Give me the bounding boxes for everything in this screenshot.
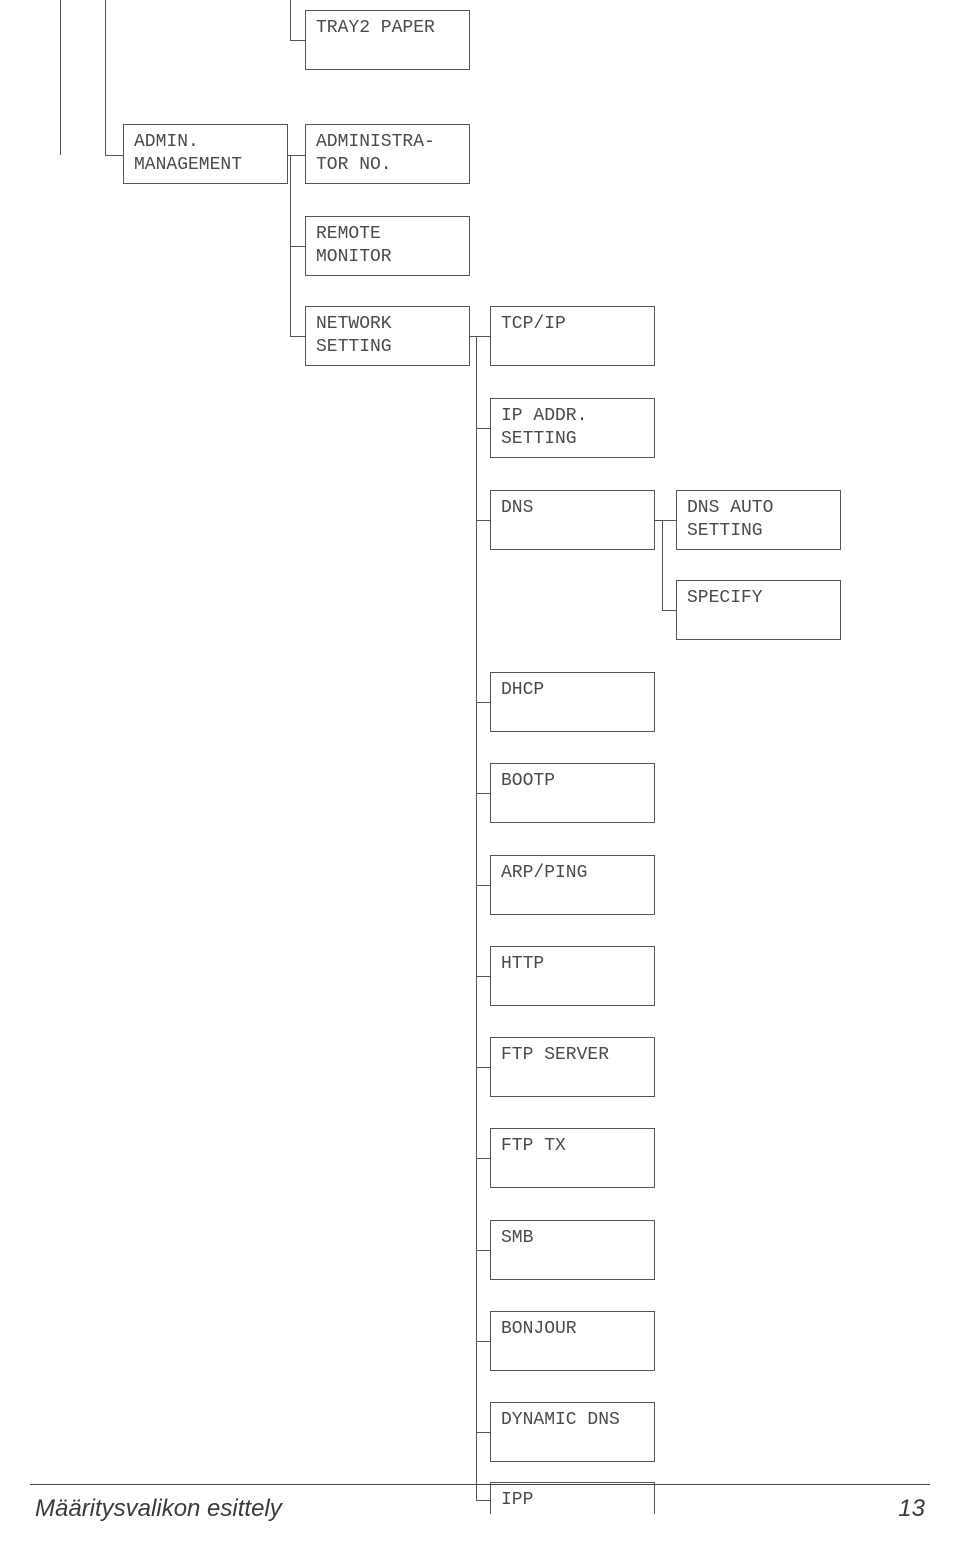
conn-remote bbox=[290, 246, 305, 247]
conn-dyndns bbox=[476, 1432, 490, 1433]
node-tray2: TRAY2 PAPER bbox=[305, 10, 470, 70]
conn-ftptx bbox=[476, 1158, 490, 1159]
node-dhcp: DHCP bbox=[490, 672, 655, 732]
node-ipp: IPP bbox=[490, 1482, 655, 1514]
conn-smb bbox=[476, 1250, 490, 1251]
col3-vline bbox=[476, 336, 477, 1500]
conn-dns bbox=[476, 520, 490, 521]
node-label: FTP TX bbox=[501, 1135, 566, 1158]
node-ipaddr: IP ADDR. SETTING bbox=[490, 398, 655, 458]
node-ftpserver: FTP SERVER bbox=[490, 1037, 655, 1097]
node-dns-auto: DNS AUTO SETTING bbox=[676, 490, 841, 550]
node-bonjour: BONJOUR bbox=[490, 1311, 655, 1371]
conn-bootp bbox=[476, 793, 490, 794]
conn-tray2 bbox=[290, 40, 305, 41]
node-label: DNS bbox=[501, 497, 533, 520]
node-label: NETWORK SETTING bbox=[316, 313, 392, 360]
node-label: DHCP bbox=[501, 679, 544, 702]
conn-arpping bbox=[476, 885, 490, 886]
conn-ipp bbox=[476, 1500, 490, 1501]
conn-dns-auto bbox=[655, 520, 676, 521]
node-dns: DNS bbox=[490, 490, 655, 550]
node-label: IPP bbox=[501, 1489, 533, 1512]
node-arpping: ARP/PING bbox=[490, 855, 655, 915]
node-label: IP ADDR. SETTING bbox=[501, 405, 587, 452]
node-admin-no: ADMINISTRA- TOR NO. bbox=[305, 124, 470, 184]
node-ftptx: FTP TX bbox=[490, 1128, 655, 1188]
node-http: HTTP bbox=[490, 946, 655, 1006]
node-label: HTTP bbox=[501, 953, 544, 976]
node-admin-management: ADMIN. MANAGEMENT bbox=[123, 124, 288, 184]
node-label: ADMINISTRA- TOR NO. bbox=[316, 131, 435, 178]
conn-http bbox=[476, 976, 490, 977]
conn-admin bbox=[105, 155, 123, 156]
conn-dhcp bbox=[476, 702, 490, 703]
footer-divider bbox=[30, 1484, 930, 1485]
col4-vline bbox=[662, 520, 663, 610]
col2-vline bbox=[290, 155, 291, 336]
conn-network bbox=[290, 336, 305, 337]
node-label: BOOTP bbox=[501, 770, 555, 793]
node-label: DYNAMIC DNS bbox=[501, 1409, 620, 1432]
node-label: DNS AUTO SETTING bbox=[687, 497, 773, 544]
node-label: SPECIFY bbox=[687, 587, 763, 610]
conn-ftpserver bbox=[476, 1067, 490, 1068]
node-remote: REMOTE MONITOR bbox=[305, 216, 470, 276]
node-dyndns: DYNAMIC DNS bbox=[490, 1402, 655, 1462]
node-tcpip: TCP/IP bbox=[490, 306, 655, 366]
node-smb: SMB bbox=[490, 1220, 655, 1280]
trunk-line-1 bbox=[60, 0, 61, 155]
node-label: ADMIN. MANAGEMENT bbox=[134, 131, 242, 178]
node-network: NETWORK SETTING bbox=[305, 306, 470, 366]
page-number: 13 bbox=[898, 1495, 925, 1523]
node-label: ARP/PING bbox=[501, 862, 587, 885]
conn-bonjour bbox=[476, 1341, 490, 1342]
node-label: FTP SERVER bbox=[501, 1044, 609, 1067]
node-label: TCP/IP bbox=[501, 313, 566, 336]
trunk-line-2 bbox=[105, 0, 106, 155]
col2-stub-top bbox=[290, 0, 291, 40]
conn-specify bbox=[662, 610, 676, 611]
node-label: BONJOUR bbox=[501, 1318, 577, 1341]
node-bootp: BOOTP bbox=[490, 763, 655, 823]
node-specify: SPECIFY bbox=[676, 580, 841, 640]
conn-tcpip bbox=[470, 336, 490, 337]
node-label: REMOTE MONITOR bbox=[316, 223, 392, 270]
node-label: SMB bbox=[501, 1227, 533, 1250]
footer-text: Määritysvalikon esittely bbox=[35, 1495, 282, 1523]
conn-ipaddr bbox=[476, 428, 490, 429]
node-label: TRAY2 PAPER bbox=[316, 17, 435, 40]
